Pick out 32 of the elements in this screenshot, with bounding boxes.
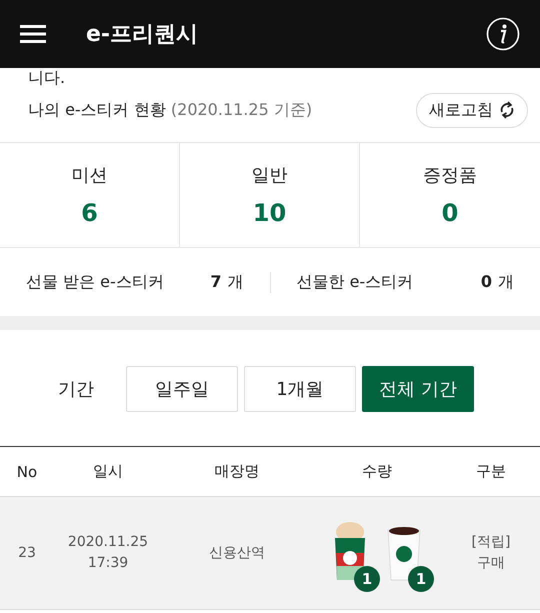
info-icon[interactable] xyxy=(486,17,520,51)
stat-value: 0 xyxy=(442,199,458,227)
stat-label: 미션 xyxy=(72,164,108,187)
quantity-badge: 1 xyxy=(354,566,380,592)
refresh-icon xyxy=(499,101,515,119)
sticker-status-title: 나의 e-스티커 현황 (2020.11.25 기준) xyxy=(28,100,314,120)
period-option[interactable]: 1개월 xyxy=(244,366,356,412)
page-title: e-프리퀀시 xyxy=(86,21,200,49)
gift-count: 7 개 xyxy=(210,272,244,292)
period-option[interactable]: 일주일 xyxy=(126,366,238,412)
cut-off-text: 니다. xyxy=(27,68,66,88)
stat-value: 10 xyxy=(252,199,286,227)
gift-count: 0 개 xyxy=(480,272,514,292)
menu-icon[interactable] xyxy=(20,24,46,44)
column-header: 수량 xyxy=(361,462,393,481)
column-header: 매장명 xyxy=(214,462,260,481)
stat-label: 증정품 xyxy=(423,164,477,187)
column-header: 일시 xyxy=(92,462,124,481)
table-cell-text: 23 xyxy=(17,544,37,562)
gift-label: 선물 받은 e-스티커 xyxy=(26,272,165,292)
refresh-button[interactable]: 새로고침 xyxy=(416,92,528,128)
table-cell-text: 신용산역 xyxy=(208,544,266,562)
table-cell-text: [적립] 구매 xyxy=(470,533,512,573)
stat-label: 일반 xyxy=(252,164,288,187)
column-header: 구분 xyxy=(475,462,507,481)
gift-label: 선물한 e-스티커 xyxy=(296,272,414,292)
stat-value: 6 xyxy=(81,199,98,227)
column-header: No xyxy=(16,462,38,480)
table-cell-text: 2020.11.25 17:39 xyxy=(66,533,150,573)
period-label: 기간 xyxy=(58,378,95,401)
period-option[interactable]: 전체 기간 xyxy=(362,366,474,412)
quantity-badge: 1 xyxy=(408,566,434,592)
